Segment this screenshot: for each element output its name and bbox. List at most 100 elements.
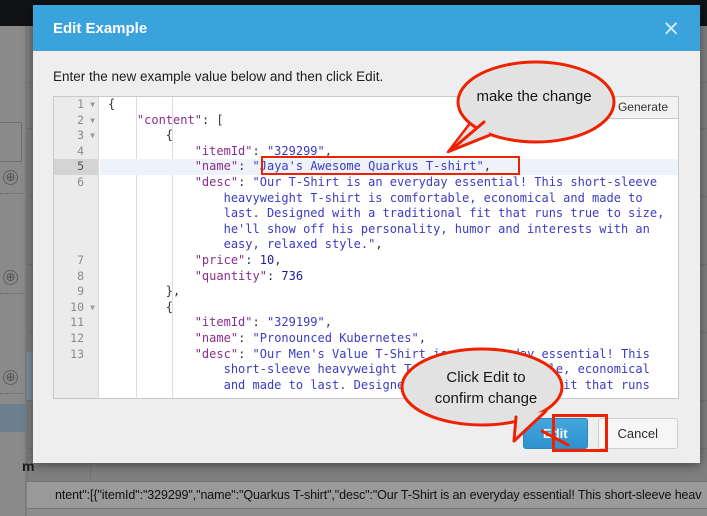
code-token: last. Designed with a traditional fit th…	[108, 206, 665, 221]
editor-line-number	[54, 206, 98, 222]
code-token: easy, relaxed style."	[108, 237, 376, 252]
editor-code-line: "itemId": "329299",	[108, 144, 678, 160]
background-json-preview: ntent":[{"itemId":"329299","name":"Quark…	[27, 481, 707, 509]
code-token: "name"	[194, 159, 239, 174]
code-token: ,	[324, 143, 332, 158]
code-token: "desc"	[194, 346, 239, 361]
code-token: :	[238, 330, 253, 345]
fold-arrow-icon[interactable]: ▼	[90, 97, 95, 113]
code-token: he'll show off his personality, humor an…	[108, 221, 650, 236]
editor-code-line: },	[108, 284, 678, 300]
editor-line-number	[54, 191, 98, 207]
background-dotted-line	[0, 293, 24, 294]
code-token: "content"	[136, 112, 202, 127]
editor-line-number: 9	[77, 284, 84, 299]
code-token: ,	[418, 330, 426, 345]
code-token: "price"	[194, 252, 246, 267]
code-token: },	[108, 284, 181, 299]
editor-line-number: 6	[77, 174, 84, 189]
editor-line-number: 7	[77, 252, 84, 267]
background-divider	[27, 128, 28, 510]
code-token: "name"	[194, 330, 239, 345]
editor-code-line: last. Designed with a traditional fit th…	[108, 206, 678, 222]
edit-example-modal: Edit Example × Enter the new example val…	[33, 5, 700, 463]
editor-line-number	[54, 362, 98, 378]
modal-body: Enter the new example value below and th…	[33, 51, 700, 399]
code-token: :	[252, 143, 267, 158]
editor-line-number: 1 ▼	[77, 97, 95, 113]
fold-arrow-icon[interactable]: ▼	[90, 300, 95, 316]
background-dotted-line	[0, 193, 24, 194]
code-token: "itemId"	[194, 143, 253, 158]
code-token: 10	[259, 252, 275, 267]
editor-line-number	[54, 378, 98, 394]
code-token: heavyweight T-shirt is comfortable, econ…	[108, 190, 643, 205]
code-token: :	[245, 252, 260, 267]
cancel-button[interactable]: Cancel	[597, 417, 678, 449]
editor-code-line: {	[108, 97, 678, 113]
editor-code-line: and made to last. Designed with a tradit…	[108, 378, 678, 394]
editor-line-number: 11	[70, 315, 84, 330]
editor-line-number	[54, 222, 98, 238]
code-token: ,	[483, 159, 491, 174]
code-token: ,	[375, 237, 383, 252]
editor-code-line: {	[108, 300, 678, 316]
editor-line-number: 12	[70, 330, 84, 345]
editor-code-line: {	[108, 128, 678, 144]
editor-code-line: "name": "Jaya's Awesome Quarkus T-shirt"…	[100, 159, 678, 175]
code-token: "Pronounced Kubernetes"	[252, 330, 419, 345]
code-token: "Our Men's Value T-Shirt is an everyday …	[252, 346, 650, 361]
code-token: short-sleeve heavyweight T-shirt is comf…	[108, 362, 650, 377]
modal-instruction: Enter the new example value below and th…	[53, 69, 384, 84]
editor-code-line: heavyweight T-shirt is comfortable, econ…	[108, 191, 678, 207]
editor-code-line: he'll show off his personality, humor an…	[108, 222, 678, 238]
code-token: :	[252, 315, 267, 330]
editor-line-number	[54, 237, 98, 253]
code-token: :	[266, 268, 282, 283]
background-panel	[0, 122, 22, 162]
code-token: "Jaya's Awesome Quarkus T-shirt"	[252, 159, 484, 174]
modal-footer: Edit Cancel	[33, 403, 700, 463]
code-token: "Our T-Shirt is an everyday essential! T…	[252, 174, 658, 189]
code-token: "desc"	[194, 174, 239, 189]
editor-gutter: 1 ▼ 2 ▼ 3 ▼ 4 5 6 7 8 9 10 ▼ 11 12 13	[54, 97, 99, 398]
editor-line-number: 13	[70, 346, 84, 361]
close-icon[interactable]: ×	[658, 17, 684, 39]
json-code-editor[interactable]: 1 ▼ 2 ▼ 3 ▼ 4 5 6 7 8 9 10 ▼ 11 12 13 { "content": [ { "…	[53, 96, 679, 399]
expand-plus-icon[interactable]: ⊕	[3, 370, 18, 385]
editor-code-line: "content": [	[108, 113, 678, 129]
code-token: and made to last. Designed with a tradit…	[108, 377, 650, 392]
screen: ⊕ ⊕ ⊕ m ntent":[{"itemId":"329299","name…	[0, 0, 707, 516]
code-token: "quantity"	[194, 268, 267, 283]
background-swatch	[0, 404, 26, 432]
code-token: :	[238, 346, 253, 361]
code-token: "329299"	[266, 143, 325, 158]
editor-line-number: 8	[77, 268, 84, 283]
expand-plus-icon[interactable]: ⊕	[3, 270, 18, 285]
generate-button[interactable]: Generate	[606, 97, 678, 119]
background-dotted-line	[0, 393, 24, 394]
expand-plus-icon[interactable]: ⊕	[3, 170, 18, 185]
code-token: ,	[274, 252, 282, 267]
editor-code-content[interactable]: { "content": [ { "itemId": "329299", "na…	[100, 97, 678, 398]
edit-button[interactable]: Edit	[522, 417, 588, 449]
code-token: :	[238, 159, 253, 174]
editor-line-number: 10 ▼	[70, 299, 95, 316]
fold-arrow-icon[interactable]: ▼	[90, 128, 95, 144]
code-token: 736	[281, 268, 304, 283]
editor-line-number: 5	[54, 159, 98, 175]
editor-code-line: "quantity": 736	[108, 269, 678, 285]
fold-arrow-icon[interactable]: ▼	[90, 113, 95, 129]
editor-code-line: "price": 10,	[108, 253, 678, 269]
background-footer-bar	[27, 509, 707, 516]
code-token: "itemId"	[194, 315, 253, 330]
editor-code-line: "itemId": "329199",	[108, 315, 678, 331]
